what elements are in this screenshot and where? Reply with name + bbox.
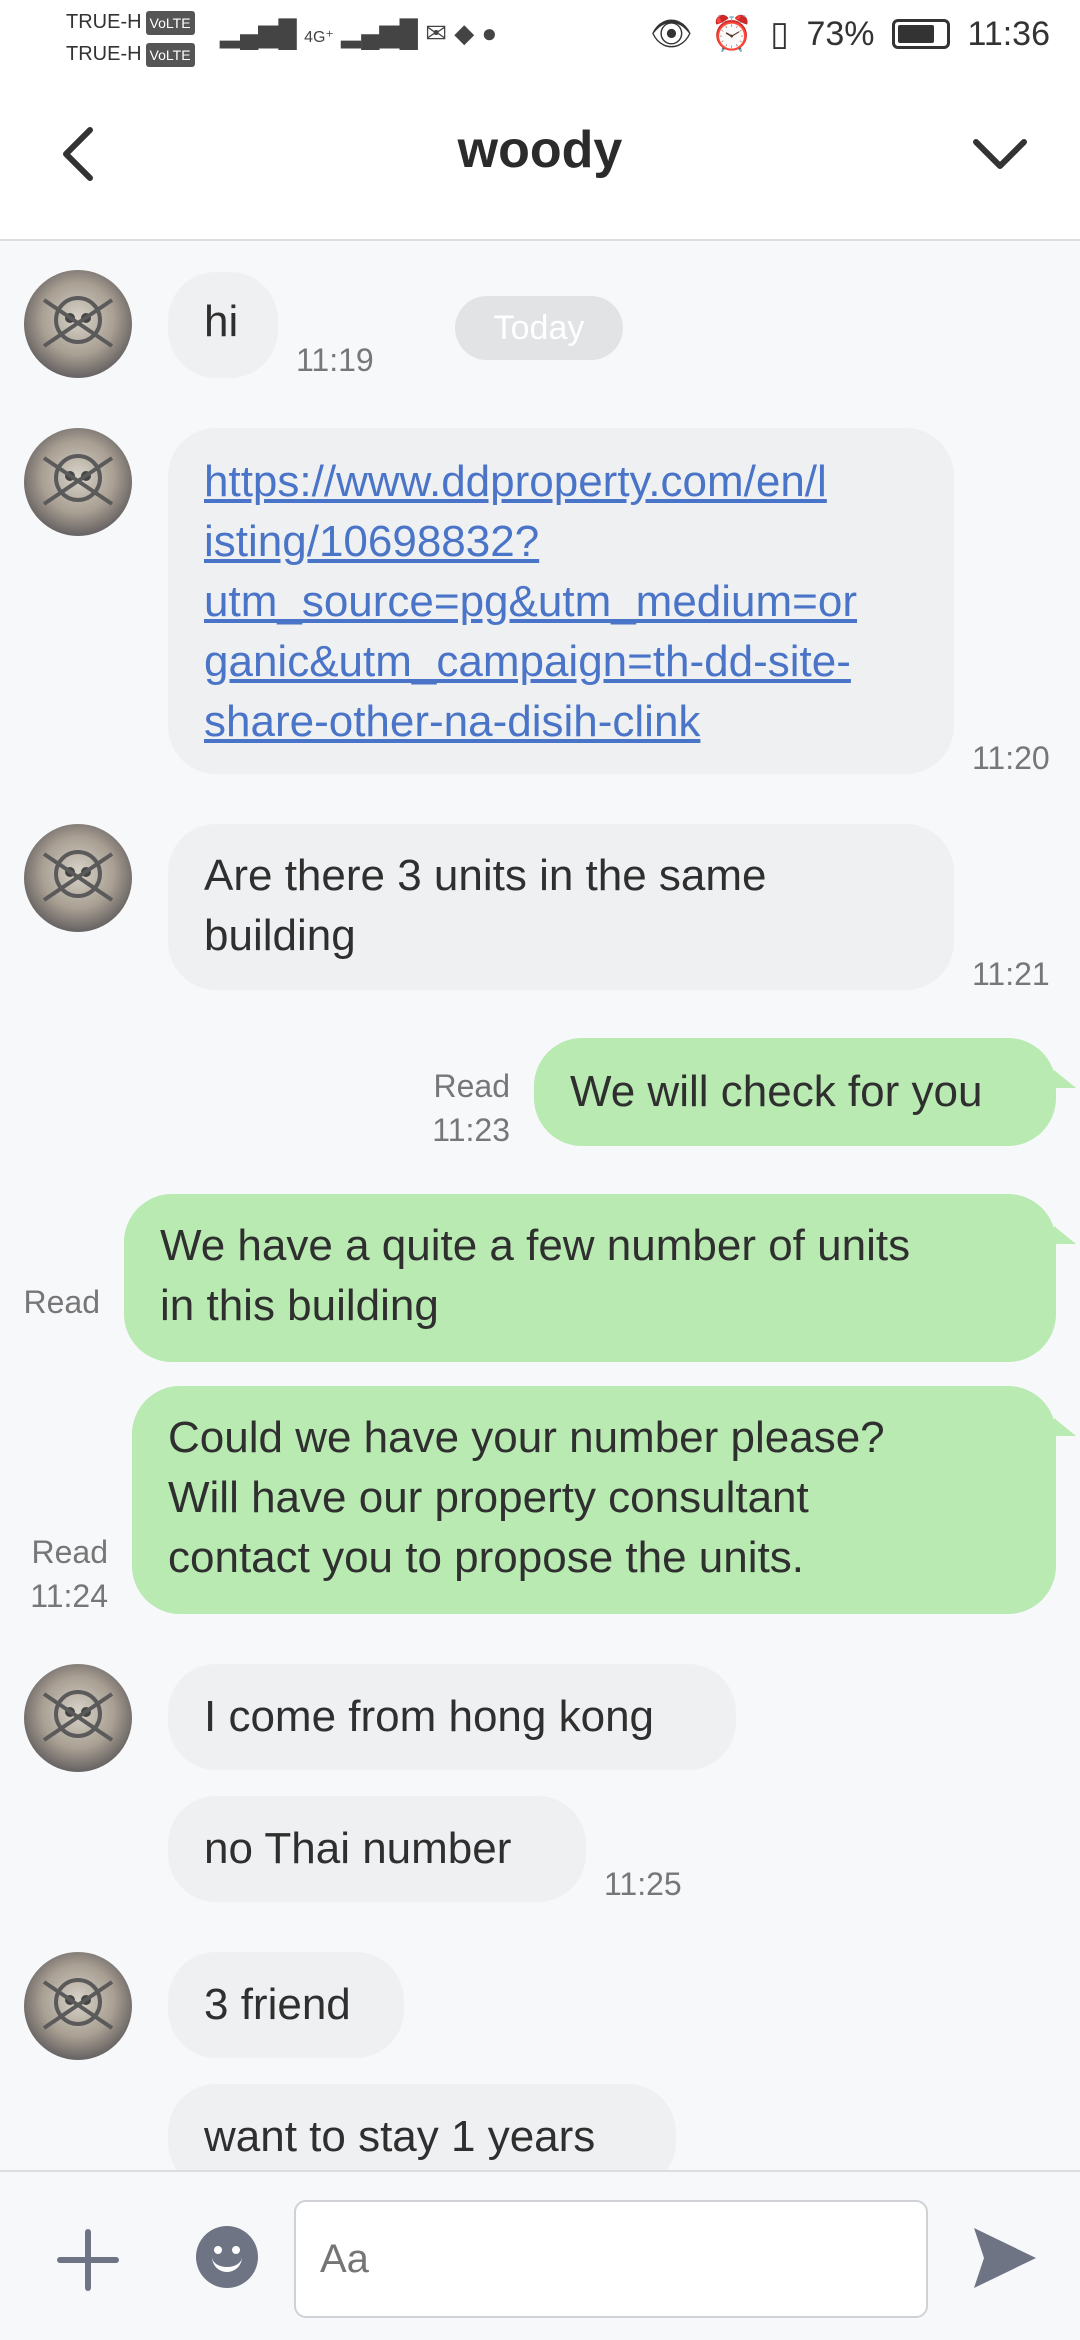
signal-icon: ▂▄▆█: [220, 18, 297, 48]
carrier-label-2: TRUE-H VoLTE: [66, 42, 195, 67]
message-time: 11:25: [604, 1866, 682, 1902]
message-text: 3 friend: [204, 1980, 351, 2029]
bubble-tail: [1054, 1070, 1076, 1088]
read-receipt: Read: [23, 1284, 101, 1320]
message-bubble[interactable]: hi: [168, 272, 278, 378]
message-text: I come from hong kong: [204, 1692, 655, 1741]
chevron-down-icon[interactable]: [970, 134, 1030, 174]
chat-header: woody: [0, 76, 1080, 241]
vibrate-icon: ▯: [770, 15, 790, 53]
network-icons: ▂▄▆█ 4G⁺ ▂▄▆█ ✉ ◆ ●: [220, 18, 497, 49]
message-bubble[interactable]: Are there 3 units in the same building: [168, 824, 954, 990]
message-text: Are there 3 units in the same: [204, 851, 767, 900]
message-bubble[interactable]: Could we have your number please? Will h…: [132, 1386, 1056, 1614]
avatar[interactable]: [24, 1952, 132, 2060]
skull-icon: [42, 296, 114, 348]
status-right: 👁 ⏰ ▯ 73% 11:36: [642, 14, 1050, 54]
battery-percent: 73%: [806, 15, 875, 53]
date-divider: Today: [455, 296, 623, 360]
message-text: Could we have your number please?: [168, 1413, 885, 1462]
chat-title: woody: [457, 121, 623, 179]
eye-icon: 👁: [649, 15, 694, 53]
plus-icon[interactable]: [52, 2224, 124, 2296]
message-bubble[interactable]: We have a quite a few number of units in…: [124, 1194, 1056, 1362]
alarm-icon: ⏰: [710, 15, 753, 53]
bubble-tail: [1054, 1226, 1076, 1244]
avatar[interactable]: [24, 270, 132, 378]
message-bubble[interactable]: no Thai number: [168, 1796, 586, 1902]
skull-icon: [42, 1690, 114, 1742]
message-link[interactable]: https://www.ddproperty.com/en/l isting/1…: [204, 452, 918, 752]
message-text: in this building: [160, 1281, 439, 1330]
chat-icon: ●: [481, 18, 498, 48]
message-text: We will check for you: [570, 1067, 983, 1116]
message-bubble[interactable]: I come from hong kong: [168, 1664, 736, 1770]
skull-icon: [42, 850, 114, 902]
bubble-tail: [1054, 1418, 1076, 1436]
message-text: want to stay 1 years: [204, 2112, 596, 2161]
message-text: We have a quite a few number of units: [160, 1221, 911, 1270]
avatar[interactable]: [24, 824, 132, 932]
message-time: 11:19: [296, 342, 374, 378]
avatar[interactable]: [24, 1664, 132, 1772]
emoji-icon[interactable]: [196, 2226, 258, 2288]
carrier-label-1: TRUE-H VoLTE: [66, 10, 195, 35]
message-bubble[interactable]: https://www.ddproperty.com/en/l isting/1…: [168, 428, 954, 774]
app-icon: ◆: [454, 18, 475, 48]
message-composer: [0, 2170, 1080, 2340]
message-text: no Thai number: [204, 1824, 512, 1873]
network-type-label: 4G⁺: [304, 29, 334, 46]
signal-icon-2: ▂▄▆█: [341, 18, 418, 48]
battery-icon: [891, 19, 950, 49]
message-input[interactable]: [294, 2200, 928, 2318]
message-text: contact you to propose the units.: [168, 1533, 804, 1582]
status-bar: TRUE-H VoLTE TRUE-H VoLTE ▂▄▆█ 4G⁺ ▂▄▆█ ✉ …: [0, 0, 1080, 76]
skull-icon: [42, 1978, 114, 2030]
read-receipt: Read 11:23: [432, 1068, 510, 1148]
read-receipt: Read 11:24: [30, 1534, 108, 1614]
message-bubble[interactable]: We will check for you: [534, 1038, 1056, 1146]
message-time: 11:20: [972, 740, 1050, 776]
message-text: Will have our property consultant: [168, 1473, 809, 1522]
clock: 11:36: [967, 15, 1050, 53]
message-bubble[interactable]: 3 friend: [168, 1952, 404, 2058]
avatar[interactable]: [24, 428, 132, 536]
message-text: building: [204, 911, 356, 960]
send-icon[interactable]: [964, 2218, 1044, 2298]
message-text: hi: [204, 297, 239, 346]
skull-icon: [42, 454, 114, 506]
message-time: 11:21: [972, 956, 1050, 992]
mail-icon: ✉: [425, 18, 447, 48]
